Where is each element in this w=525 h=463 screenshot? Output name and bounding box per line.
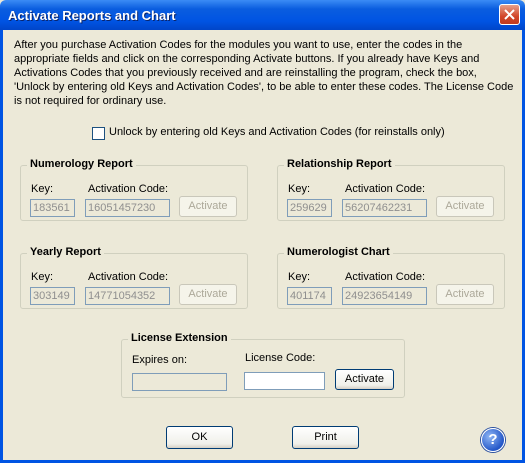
numerologist-activate-button[interactable]: Activate (436, 284, 494, 305)
group-relationship-report: Relationship Report Key: Activation Code… (277, 158, 505, 221)
numerology-code-field[interactable]: 16051457230 (85, 199, 170, 217)
intro-text: After you purchase Activation Codes for … (14, 39, 514, 107)
relationship-key-field[interactable]: 259629 (287, 199, 332, 217)
activation-code-label: Activation Code: (345, 271, 426, 283)
activation-code-label: Activation Code: (345, 183, 426, 195)
checkbox-box[interactable] (92, 127, 105, 140)
window-frame-left (0, 30, 3, 463)
ok-button[interactable]: OK (166, 426, 233, 449)
group-title: Relationship Report (284, 158, 395, 170)
title-bar: Activate Reports and Chart (0, 0, 525, 30)
expires-label: Expires on: (132, 354, 188, 366)
license-code-input[interactable] (244, 372, 325, 390)
yearly-code-field[interactable]: 14771054352 (85, 287, 170, 305)
yearly-activate-button[interactable]: Activate (179, 284, 237, 305)
key-label: Key: (288, 183, 311, 195)
relationship-code-field[interactable]: 56207462231 (342, 199, 427, 217)
unlock-checkbox-label: Unlock by entering old Keys and Activati… (109, 126, 445, 138)
license-activate-button[interactable]: Activate (335, 369, 394, 390)
print-button[interactable]: Print (292, 426, 359, 449)
activation-code-label: Activation Code: (88, 271, 169, 283)
numerology-key-field[interactable]: 183561 (30, 199, 75, 217)
close-button[interactable] (499, 4, 520, 25)
group-yearly-report: Yearly Report Key: Activation Code: 3031… (20, 246, 248, 309)
help-icon[interactable]: ? (481, 428, 505, 452)
group-numerology-report: Numerology Report Key: Activation Code: … (20, 158, 248, 221)
activation-code-label: Activation Code: (88, 183, 169, 195)
license-code-label: License Code: (245, 352, 316, 364)
expires-field (132, 373, 227, 391)
group-license-extension: License Extension Expires on: License Co… (121, 332, 405, 398)
yearly-key-field[interactable]: 303149 (30, 287, 75, 305)
group-numerologist-chart: Numerologist Chart Key: Activation Code:… (277, 246, 505, 309)
group-title: Numerologist Chart (284, 246, 393, 258)
key-label: Key: (31, 271, 54, 283)
relationship-activate-button[interactable]: Activate (436, 196, 494, 217)
group-title: Yearly Report (27, 246, 104, 258)
key-label: Key: (31, 183, 54, 195)
window-title: Activate Reports and Chart (8, 8, 176, 23)
numerology-activate-button[interactable]: Activate (179, 196, 237, 217)
numerologist-code-field[interactable]: 24923654149 (342, 287, 427, 305)
key-label: Key: (288, 271, 311, 283)
close-icon (504, 9, 515, 20)
group-title: License Extension (128, 332, 231, 344)
numerologist-key-field[interactable]: 401174 (287, 287, 332, 305)
group-title: Numerology Report (27, 158, 136, 170)
